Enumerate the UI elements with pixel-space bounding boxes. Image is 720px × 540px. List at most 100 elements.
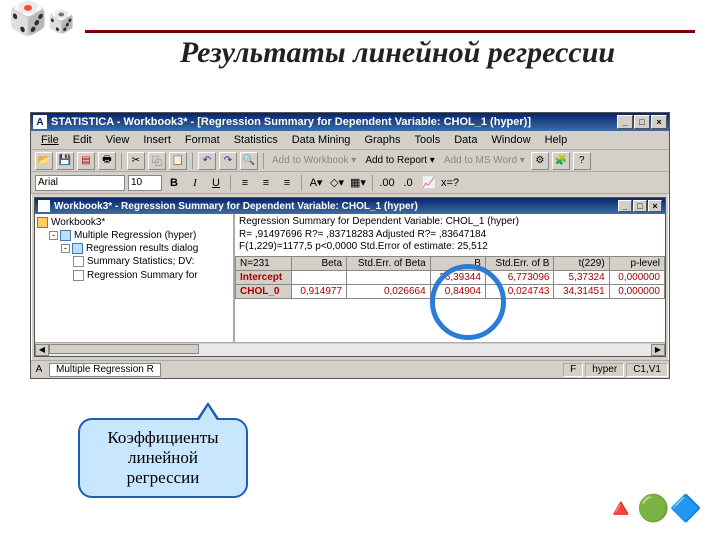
format-toolbar: B I U ≡ ≡ ≡ A▾ ◇▾ ▦▾ .00 .0 📈 x=? [31, 172, 669, 194]
slide-decor-shapes: 🔺🟢🔷 [605, 493, 702, 524]
close-button[interactable]: × [651, 115, 667, 129]
col-b[interactable]: B [430, 256, 485, 270]
status-f: F [563, 363, 583, 377]
scroll-thumb[interactable] [49, 344, 199, 354]
inner-title: Workbook3* - Regression Summary for Depe… [54, 201, 618, 212]
menu-format[interactable]: Format [179, 133, 226, 147]
col-beta[interactable]: Beta [291, 256, 346, 270]
fontsize-select[interactable] [128, 175, 162, 191]
help-icon[interactable]: ? [573, 152, 591, 170]
col-plevel[interactable]: p-level [609, 256, 664, 270]
menubar: File Edit View Insert Format Statistics … [31, 131, 669, 150]
bold-button[interactable]: B [165, 174, 183, 192]
italic-button[interactable]: I [186, 174, 204, 192]
underline-button[interactable]: U [207, 174, 225, 192]
paste-icon[interactable]: 📋 [169, 152, 187, 170]
app-icon: A [33, 115, 47, 129]
slide-title: Результаты линейной регрессии [100, 36, 695, 70]
menu-edit[interactable]: Edit [67, 133, 98, 147]
separator [230, 175, 231, 191]
menu-help[interactable]: Help [539, 133, 574, 147]
maximize-button[interactable]: □ [634, 115, 650, 129]
open-icon[interactable]: 📂 [35, 152, 53, 170]
slide-decor-dice: 🎲🎲 [8, 2, 75, 34]
font-select[interactable] [35, 175, 125, 191]
pdf-icon[interactable]: ▤ [77, 152, 95, 170]
chart-icon[interactable]: 📈 [420, 174, 438, 192]
col-stderr-b[interactable]: Std.Err. of B [485, 256, 554, 270]
copy-icon[interactable]: ⿻ [148, 152, 166, 170]
separator [121, 153, 122, 169]
options-icon[interactable]: ⚙ [531, 152, 549, 170]
horizontal-scrollbar[interactable]: ◀ ▶ [35, 342, 665, 356]
menu-data[interactable]: Data [448, 133, 483, 147]
regression-summary-text: Regression Summary for Dependent Variabl… [235, 214, 665, 256]
menu-insert[interactable]: Insert [137, 133, 177, 147]
undo-icon[interactable]: ↶ [198, 152, 216, 170]
statusbar: A Multiple Regression R F hyper C1,V1 [31, 360, 669, 378]
separator [372, 175, 373, 191]
add-report-button[interactable]: Add to Report ▾ [362, 155, 438, 166]
results-pane: Regression Summary for Dependent Variabl… [235, 214, 665, 342]
print-icon[interactable]: 🖶 [98, 152, 116, 170]
align-left-icon[interactable]: ≡ [236, 174, 254, 192]
tree-item[interactable]: Regression Summary for [73, 269, 231, 282]
table-row: CHOL_0 0,914977 0,026664 0,84904 0,02474… [236, 284, 665, 298]
inner-minimize-button[interactable]: _ [618, 200, 632, 212]
workbook-inner-window: Workbook3* - Regression Summary for Depe… [34, 197, 666, 357]
menu-graphs[interactable]: Graphs [358, 133, 406, 147]
add-workbook-button[interactable]: Add to Workbook ▾ [269, 155, 359, 166]
align-center-icon[interactable]: ≡ [257, 174, 275, 192]
regression-table[interactable]: N=231 Beta Std.Err. of Beta B Std.Err. o… [235, 256, 665, 299]
status-cell: C1,V1 [626, 363, 668, 377]
slide-divider [85, 30, 695, 33]
titlebar[interactable]: A STATISTICA - Workbook3* - [Regression … [31, 113, 669, 131]
status-hyper: hyper [585, 363, 624, 377]
annotation-callout: Коэффициенты линейной регрессии [78, 418, 248, 498]
status-tab[interactable]: Multiple Regression R [49, 363, 161, 377]
redo-icon[interactable]: ↷ [219, 152, 237, 170]
scroll-right-icon[interactable]: ▶ [651, 344, 665, 356]
font-color-icon[interactable]: A▾ [307, 174, 325, 192]
menu-statistics[interactable]: Statistics [228, 133, 284, 147]
inner-close-button[interactable]: × [648, 200, 662, 212]
menu-window[interactable]: Window [485, 133, 536, 147]
inner-titlebar[interactable]: Workbook3* - Regression Summary for Depe… [35, 198, 665, 214]
separator [263, 153, 264, 169]
border-icon[interactable]: ▦▾ [349, 174, 367, 192]
menu-file[interactable]: File [35, 133, 65, 147]
tree-item[interactable]: -Multiple Regression (hyper) [49, 229, 231, 242]
cut-icon[interactable]: ✂ [127, 152, 145, 170]
scroll-track[interactable] [49, 344, 651, 356]
workbook-icon [38, 200, 50, 212]
save-icon[interactable]: 💾 [56, 152, 74, 170]
menu-tools[interactable]: Tools [409, 133, 447, 147]
fill-color-icon[interactable]: ◇▾ [328, 174, 346, 192]
tree-item[interactable]: Workbook3* [37, 216, 231, 229]
menu-datamining[interactable]: Data Mining [286, 133, 357, 147]
inner-maximize-button[interactable]: □ [633, 200, 647, 212]
align-right-icon[interactable]: ≡ [278, 174, 296, 192]
main-toolbar: 📂 💾 ▤ 🖶 ✂ ⿻ 📋 ↶ ↷ 🔍 Add to Workbook ▾ Ad… [31, 150, 669, 172]
n-cell: N=231 [236, 256, 292, 270]
vars-icon[interactable]: x=? [441, 174, 459, 192]
find-icon[interactable]: 🔍 [240, 152, 258, 170]
add-word-button[interactable]: Add to MS Word ▾ [441, 155, 528, 166]
tree-item[interactable]: -Regression results dialog [61, 242, 231, 255]
minimize-button[interactable]: _ [617, 115, 633, 129]
scroll-left-icon[interactable]: ◀ [35, 344, 49, 356]
table-row: Intercept 36,39344 6,773096 5,37324 0,00… [236, 270, 665, 284]
separator [192, 153, 193, 169]
statistica-window: A STATISTICA - Workbook3* - [Regression … [30, 112, 670, 379]
tree-item[interactable]: Summary Statistics; DV: [73, 255, 231, 268]
menu-view[interactable]: View [100, 133, 136, 147]
workbook-tree[interactable]: Workbook3* -Multiple Regression (hyper) … [35, 214, 235, 342]
separator [301, 175, 302, 191]
statusbar-icon: A [31, 364, 47, 375]
decimal-dec-icon[interactable]: .0 [399, 174, 417, 192]
col-stderr-beta[interactable]: Std.Err. of Beta [347, 256, 431, 270]
macro-icon[interactable]: 🧩 [552, 152, 570, 170]
col-t[interactable]: t(229) [554, 256, 609, 270]
decimal-inc-icon[interactable]: .00 [378, 174, 396, 192]
window-title: STATISTICA - Workbook3* - [Regression Su… [51, 116, 617, 128]
